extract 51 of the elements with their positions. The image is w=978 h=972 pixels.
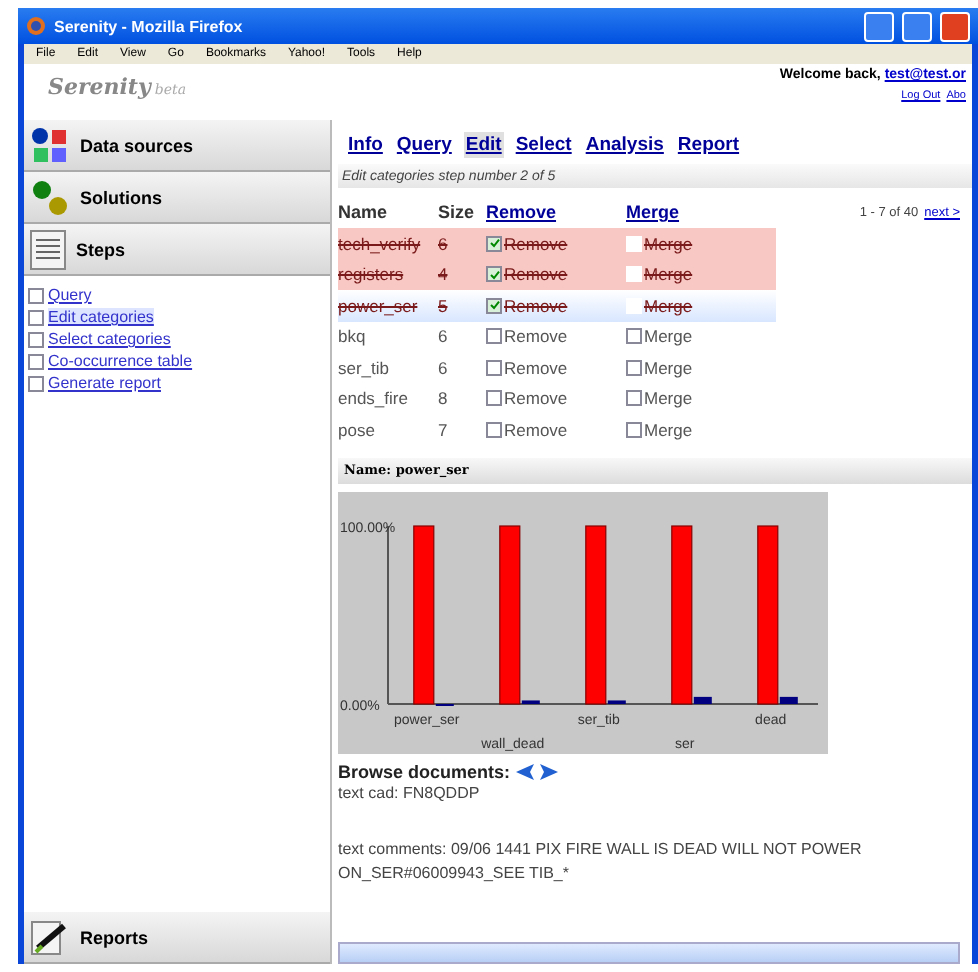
table-cell: ends_fire xyxy=(338,388,408,409)
table-cell: ser_tib xyxy=(338,357,390,378)
checkbox-label: Merge xyxy=(644,264,693,285)
window-title: Serenity - Mozilla Firefox xyxy=(54,17,245,35)
sidebar-panel[interactable]: Reports xyxy=(24,912,330,964)
checkbox-label: Merge xyxy=(644,388,693,409)
step-link[interactable]: Query xyxy=(48,286,92,304)
column-header: Size xyxy=(438,200,477,226)
table-cell: pose xyxy=(338,419,375,440)
checkbox-label: Remove xyxy=(504,388,568,409)
table-cell: tech_verify xyxy=(338,233,421,254)
table-cell: 6 xyxy=(438,326,448,347)
tab[interactable]: Analysis xyxy=(583,131,666,157)
column-header: Name xyxy=(338,200,390,226)
tab[interactable]: Info xyxy=(346,131,385,157)
table-cell: power_ser xyxy=(338,295,418,316)
table-cell: 4 xyxy=(438,264,448,285)
checkbox-label: Merge xyxy=(644,326,693,347)
tab[interactable]: Select xyxy=(513,131,574,157)
step-link[interactable]: Select categories xyxy=(48,330,171,348)
document-text: text comments: 09/06 1441 PIX FIRE WALL IS DEAD WILL NOT POWER ON_SER#06009943_SEE TIB_* xyxy=(338,837,864,885)
checkbox-label: Remove xyxy=(504,419,568,440)
checkbox-label: Merge xyxy=(644,295,693,316)
checkbox-label: Remove xyxy=(504,357,568,378)
checkbox-label: Remove xyxy=(504,264,568,285)
browse-label: Browse documents: xyxy=(338,761,511,781)
checkbox-label: Remove xyxy=(504,233,568,254)
step-link[interactable]: Co-occurrence table xyxy=(48,352,193,370)
sidebar-panel[interactable]: Solutions xyxy=(24,172,330,224)
checkbox-label: Merge xyxy=(644,419,693,440)
table-cell: 7 xyxy=(438,419,448,440)
checkbox-label: Remove xyxy=(504,295,568,316)
table-cell: registers xyxy=(338,264,404,285)
tab[interactable]: Report xyxy=(675,131,742,157)
table-cell: 6 xyxy=(438,357,448,378)
table-cell: 5 xyxy=(438,295,448,316)
sidebar-panel[interactable]: Steps xyxy=(24,224,330,276)
step-link[interactable]: Generate report xyxy=(48,374,161,392)
column-header-link[interactable]: Merge xyxy=(626,196,776,228)
checkbox-label: Remove xyxy=(504,326,568,347)
sidebar-panel[interactable]: Data sources xyxy=(24,120,330,172)
column-header-link[interactable]: Remove xyxy=(486,196,626,228)
checkbox-label: Merge xyxy=(644,357,693,378)
checkbox-label: Merge xyxy=(644,233,693,254)
table-cell: bkq xyxy=(338,326,366,347)
step-link[interactable]: Edit categories xyxy=(48,308,154,326)
table-cell: 6 xyxy=(438,233,448,254)
table-cell: 8 xyxy=(438,388,448,409)
tab[interactable]: Query xyxy=(394,131,454,157)
document-text: text cad: FN8QDDP xyxy=(338,781,482,805)
tab[interactable]: Edit xyxy=(463,131,504,157)
